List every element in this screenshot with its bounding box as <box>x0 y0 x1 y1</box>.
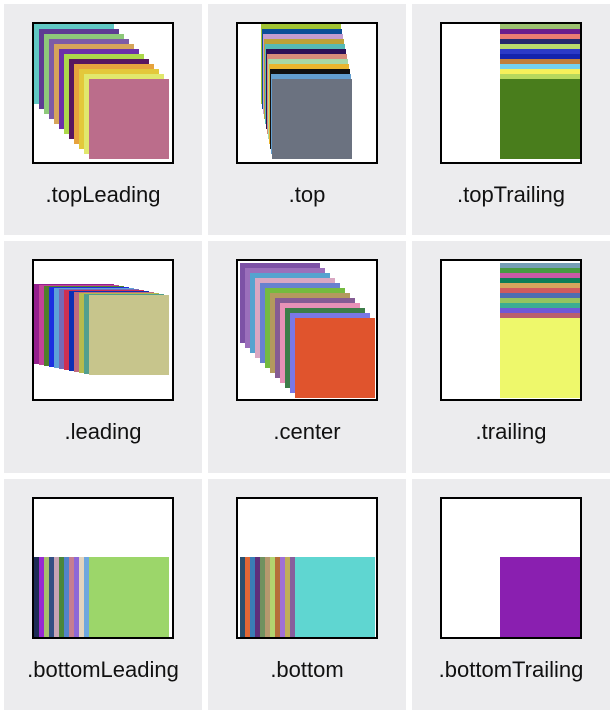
layer <box>500 557 580 637</box>
label-top: .top <box>289 182 326 208</box>
cell-leading: .leading <box>4 241 202 472</box>
cell-topTrailing: .topTrailing <box>412 4 610 235</box>
frame-bottomTrailing <box>440 497 582 639</box>
label-topLeading: .topLeading <box>46 182 161 208</box>
frame-top <box>236 22 378 164</box>
layer <box>89 557 169 637</box>
layer <box>89 295 169 375</box>
cell-bottomLeading: .bottomLeading <box>4 479 202 710</box>
cell-topLeading: .topLeading <box>4 4 202 235</box>
frame-center <box>236 259 378 401</box>
frame-bottom <box>236 497 378 639</box>
layer <box>89 79 169 159</box>
frame-topTrailing <box>440 22 582 164</box>
label-topTrailing: .topTrailing <box>457 182 565 208</box>
frame-topLeading <box>32 22 174 164</box>
label-bottom: .bottom <box>270 657 343 683</box>
alignment-grid: .topLeading .top .topTrailing .leading .cent… <box>0 0 614 714</box>
layer <box>500 318 580 398</box>
layer <box>500 79 580 159</box>
layer <box>272 79 352 159</box>
label-leading: .leading <box>64 419 141 445</box>
label-center: .center <box>273 419 340 445</box>
frame-bottomLeading <box>32 497 174 639</box>
frame-trailing <box>440 259 582 401</box>
cell-bottom: .bottom <box>208 479 406 710</box>
frame-leading <box>32 259 174 401</box>
label-bottomLeading: .bottomLeading <box>27 657 179 683</box>
cell-bottomTrailing: .bottomTrailing <box>412 479 610 710</box>
layer <box>295 318 375 398</box>
label-trailing: .trailing <box>476 419 547 445</box>
label-bottomTrailing: .bottomTrailing <box>439 657 584 683</box>
cell-trailing: .trailing <box>412 241 610 472</box>
layer <box>295 557 375 637</box>
cell-center: .center <box>208 241 406 472</box>
cell-top: .top <box>208 4 406 235</box>
